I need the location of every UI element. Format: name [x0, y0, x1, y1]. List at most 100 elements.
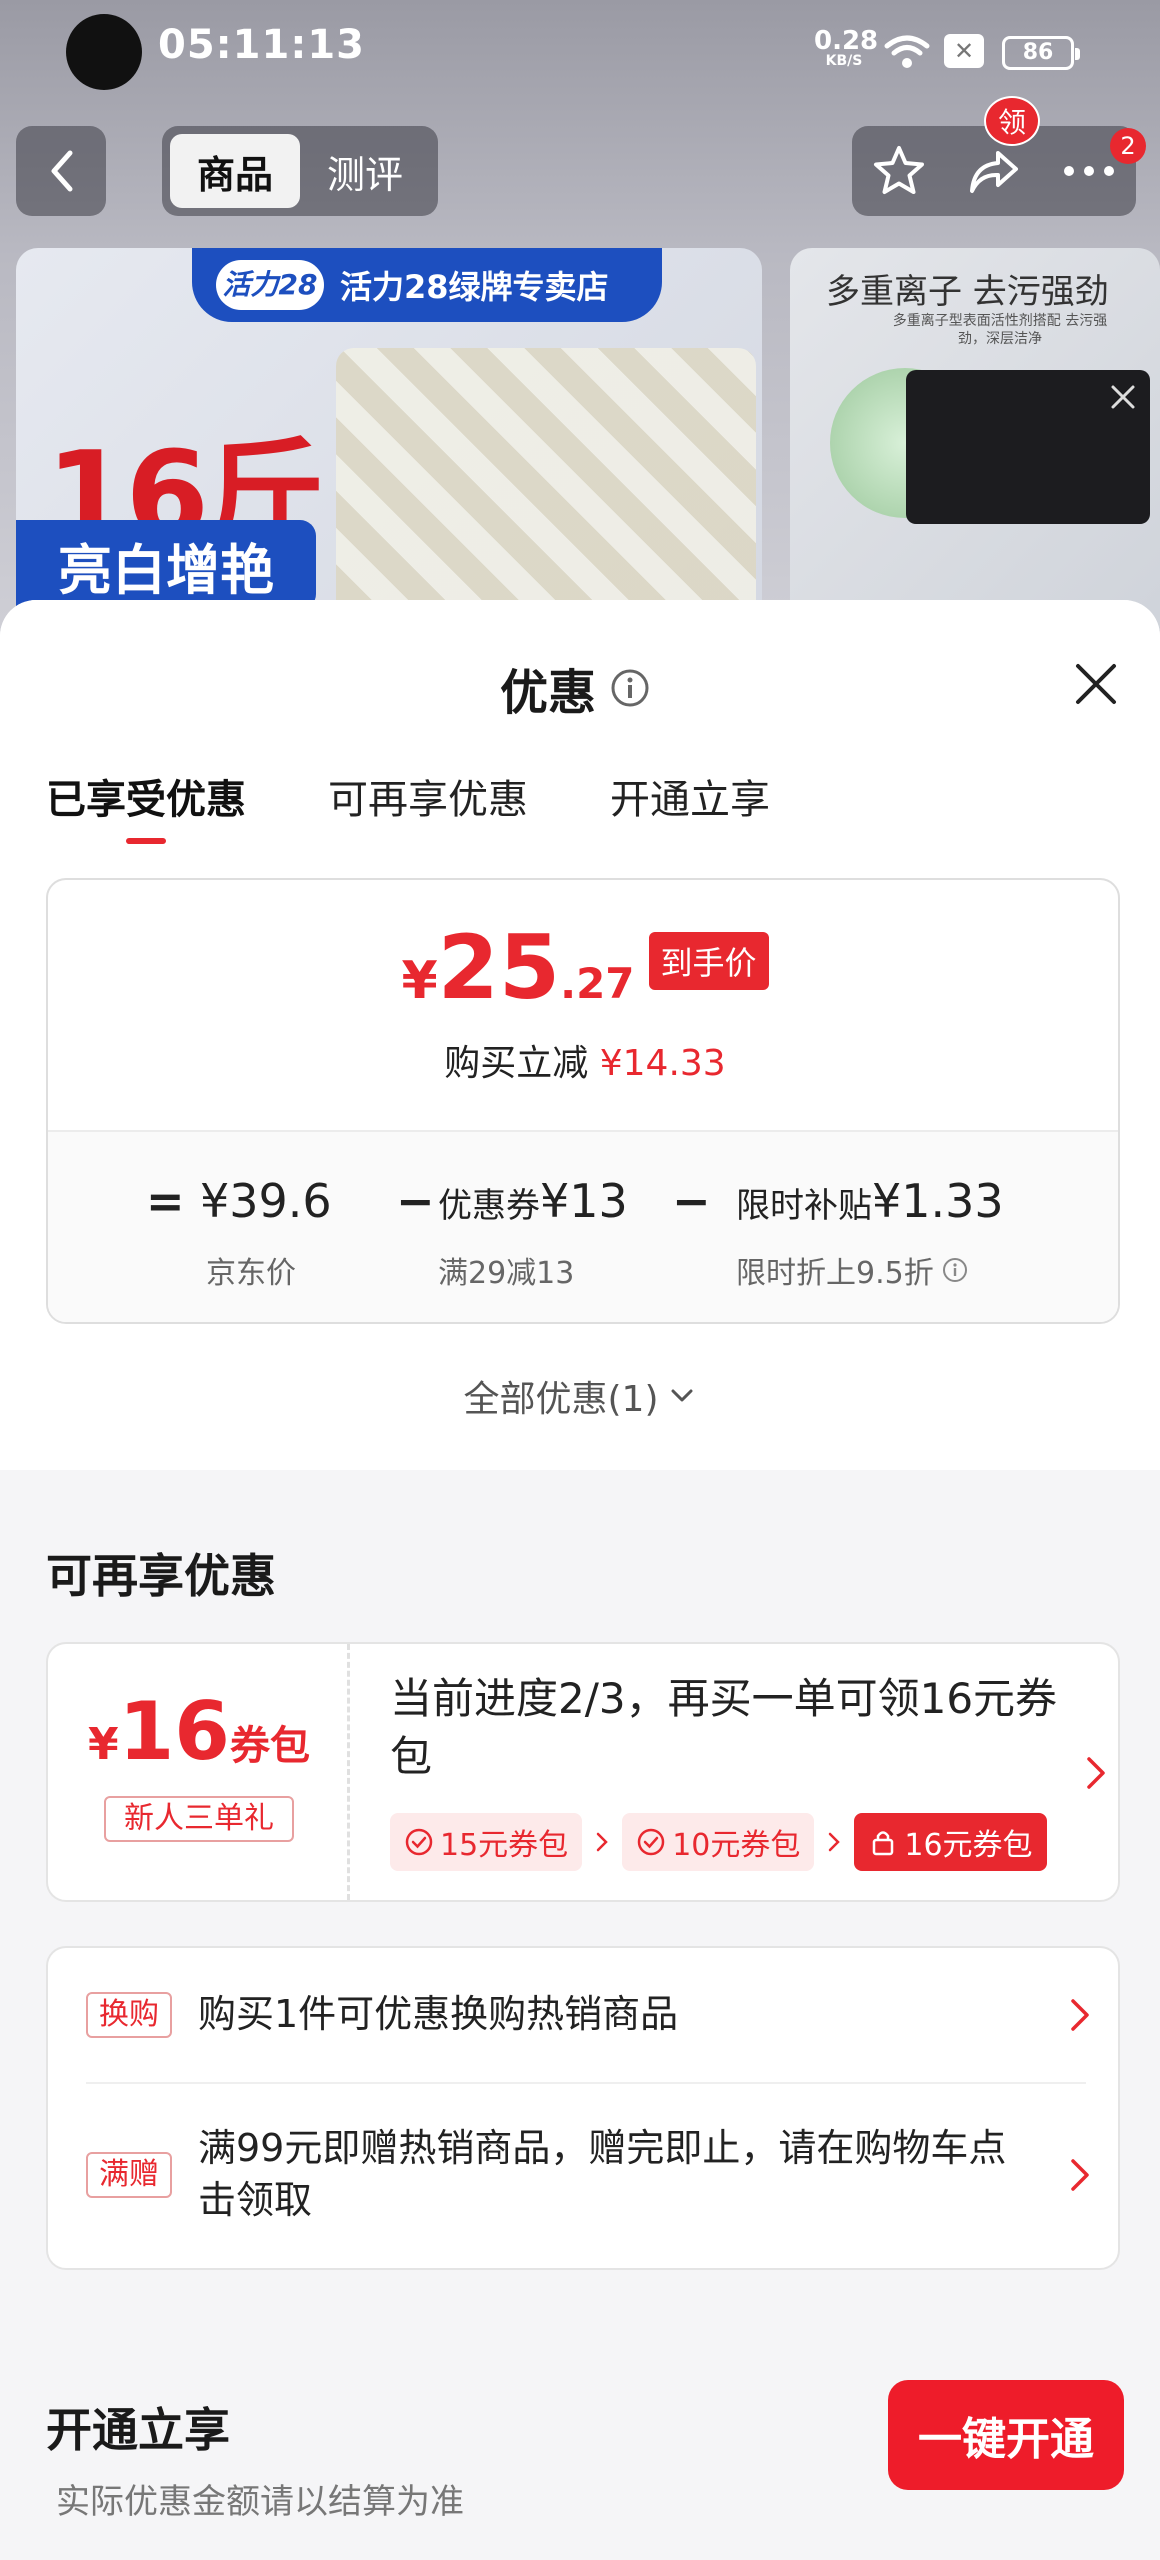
activate-section: 开通立享 实际优惠金额请以结算为准 一键开通 — [0, 2380, 1160, 2560]
price-integer: 25 — [437, 916, 561, 1019]
exchange-tag: 换购 — [86, 1992, 172, 2038]
coupon-unit: 券包 — [229, 1723, 310, 1769]
subsidy-term-label: 限时折上9.5折 — [736, 1256, 934, 1291]
lock-icon — [873, 1831, 894, 1856]
chevron-right-icon — [582, 1813, 622, 1871]
all-offers-label: 全部优惠(1) — [463, 1379, 659, 1420]
chevron-right-icon — [1087, 1757, 1105, 1789]
discount-sheet: 优惠 已享受优惠 可再享优惠 开通立享 ¥ 25 .27 到手价 购买立减 ¥1… — [0, 600, 1160, 2560]
minus-sign: − — [672, 1174, 711, 1228]
star-icon — [874, 146, 925, 194]
price-breakdown-card: ¥ 25 .27 到手价 购买立减 ¥14.33 = ¥39.6 京东价 − 优… — [46, 878, 1120, 1324]
info-icon[interactable] — [942, 1257, 968, 1283]
close-icon[interactable] — [1108, 382, 1138, 412]
back-button[interactable] — [16, 126, 106, 216]
coupon-step-1: 15元券包 — [390, 1813, 583, 1871]
more-discounts-title: 可再享优惠 — [46, 1549, 276, 1603]
favorite-button[interactable] — [864, 136, 934, 206]
wifi-icon — [884, 35, 930, 68]
tab-product[interactable]: 商品 — [170, 134, 300, 208]
check-circle-icon — [405, 1828, 433, 1856]
gift-offer-row[interactable]: 满赠 满99元即赠热销商品，赠完即止，请在购物车点击领取 — [48, 2084, 1118, 2268]
tab-review[interactable]: 测评 — [300, 134, 430, 208]
final-price-section: ¥ 25 .27 到手价 购买立减 ¥14.33 — [48, 880, 1118, 1132]
price-decimal: .27 — [560, 959, 635, 1008]
share-button[interactable] — [959, 136, 1029, 206]
coupon-value: 16 — [118, 1685, 230, 1778]
subsidy-term: 限时补贴¥1.33 — [736, 1174, 1004, 1228]
instant-discount: 购买立减 ¥14.33 — [48, 1034, 1118, 1086]
equals-sign: = — [146, 1174, 185, 1228]
subsidy-term-value: ¥1.33 — [872, 1174, 1004, 1228]
activate-button[interactable]: 一键开通 — [888, 2380, 1124, 2490]
status-bar: 05:11:13 0.28 KB/S ✕ 86 — [0, 0, 1160, 108]
chevron-right-icon — [814, 1813, 854, 1871]
all-offers-toggle[interactable]: 全部优惠(1) — [0, 1370, 1160, 1422]
coupon-value-block: ¥ 16 券包 新人三单礼 — [48, 1644, 350, 1900]
info-icon[interactable] — [610, 668, 650, 708]
coupon-progress-text: 当前进度2/3，再买一单可领16元券包 — [390, 1674, 1058, 1781]
coupon-step-3: 16元券包 — [854, 1813, 1047, 1871]
chevron-left-icon — [51, 150, 73, 192]
coupon-term-value: ¥13 — [540, 1174, 628, 1228]
notification-count-badge: 2 — [1110, 128, 1146, 164]
price-currency: ¥ — [401, 951, 438, 1011]
product-package-image — [336, 348, 756, 638]
tab-more-discounts[interactable]: 可再享优惠 — [328, 768, 528, 838]
price-formula: = ¥39.6 京东价 − 优惠券¥13 满29减13 − 限时补贴¥1.33 … — [48, 1132, 1118, 1322]
activate-note: 实际优惠金额请以结算为准 — [56, 2482, 464, 2522]
jd-price-value: ¥39.6 — [200, 1174, 332, 1228]
promo-slogan: 亮白增艳 — [16, 520, 316, 610]
floating-video[interactable] — [906, 370, 1150, 524]
coupon-amount: ¥ 16 券包 — [48, 1692, 350, 1772]
chevron-right-icon — [1071, 1999, 1089, 2031]
gift-tag: 满赠 — [86, 2152, 172, 2198]
close-icon[interactable] — [1072, 660, 1120, 708]
minus-sign: − — [396, 1174, 435, 1228]
store-banner[interactable]: 活力28 活力28绿牌专卖店 — [192, 248, 662, 322]
coupon-progress-steps: 15元券包 10元券包 16元券包 — [390, 1812, 1080, 1872]
gift-offer-text: 满99元即赠热销商品，赠完即止，请在购物车点击领取 — [198, 2126, 1007, 2222]
chevron-down-icon — [671, 1389, 692, 1402]
chevron-right-icon — [1071, 2159, 1089, 2191]
sheet-title-text: 优惠 — [500, 665, 597, 721]
activate-title: 开通立享 — [46, 2403, 230, 2457]
gift-offers-card: 换购 购买1件可优惠换购热销商品 满赠 满99元即赠热销商品，赠完即止，请在购物… — [46, 1946, 1120, 2270]
coupon-currency: ¥ — [88, 1719, 119, 1770]
side-image-title: 多重离子 去污强劲 — [826, 272, 1109, 312]
coupon-label: 新人三单礼 — [104, 1796, 294, 1842]
instant-discount-label: 购买立减 — [444, 1043, 589, 1084]
more-dots-icon — [1063, 166, 1114, 176]
store-name: 活力28绿牌专卖店 — [340, 268, 609, 306]
subsidy-term-label-row: 限时折上9.5折 — [736, 1248, 968, 1292]
discount-tabs: 已享受优惠 可再享优惠 开通立享 — [46, 768, 852, 848]
no-sim-icon: ✕ — [944, 34, 984, 68]
network-speed-unit: KB/S — [825, 53, 863, 69]
tab-activate-discounts[interactable]: 开通立享 — [610, 768, 770, 838]
battery-indicator: 86 — [1002, 36, 1080, 70]
subsidy-term-prefix: 限时补贴 — [736, 1186, 872, 1226]
coupon-step-1-label: 15元券包 — [440, 1828, 569, 1863]
coupon-term-prefix: 优惠券 — [438, 1186, 540, 1226]
exchange-offer-text: 购买1件可优惠换购热销商品 — [198, 1992, 679, 2036]
product-image-main[interactable]: 活力28 活力28绿牌专卖店 16斤 亮白增艳 — [16, 248, 762, 640]
coupon-step-2-label: 10元券包 — [672, 1828, 801, 1863]
claim-coupon-badge[interactable]: 领 — [984, 96, 1040, 146]
jd-price-label: 京东价 — [206, 1256, 296, 1291]
exchange-offer-row[interactable]: 换购 购买1件可优惠换购热销商品 — [48, 1948, 1118, 2082]
final-price: ¥ 25 .27 到手价 — [48, 916, 1118, 1019]
coupon-step-3-label: 16元券包 — [904, 1828, 1033, 1863]
coupon-term-label: 满29减13 — [438, 1256, 575, 1291]
check-circle-icon — [637, 1828, 665, 1856]
product-gallery: 05:11:13 0.28 KB/S ✕ 86 商品 测评 领 2 活力28 活… — [0, 0, 1160, 640]
network-speed-value: 0.28 — [814, 26, 879, 56]
instant-discount-amount: ¥14.33 — [599, 1043, 726, 1084]
new-user-coupon-card[interactable]: ¥ 16 券包 新人三单礼 当前进度2/3，再买一单可领16元券包 15元券包 … — [46, 1642, 1120, 1902]
share-icon — [969, 151, 1018, 193]
side-image-subtitle: 多重离子型表面活性剂搭配 去污强劲，深层洁净 — [892, 313, 1108, 347]
tab-enjoyed-discounts[interactable]: 已享受优惠 — [46, 768, 246, 844]
final-price-tag: 到手价 — [648, 932, 769, 990]
sheet-title: 优惠 — [500, 656, 650, 721]
coupon-step-2: 10元券包 — [622, 1813, 815, 1871]
camera-cutout — [66, 14, 142, 90]
